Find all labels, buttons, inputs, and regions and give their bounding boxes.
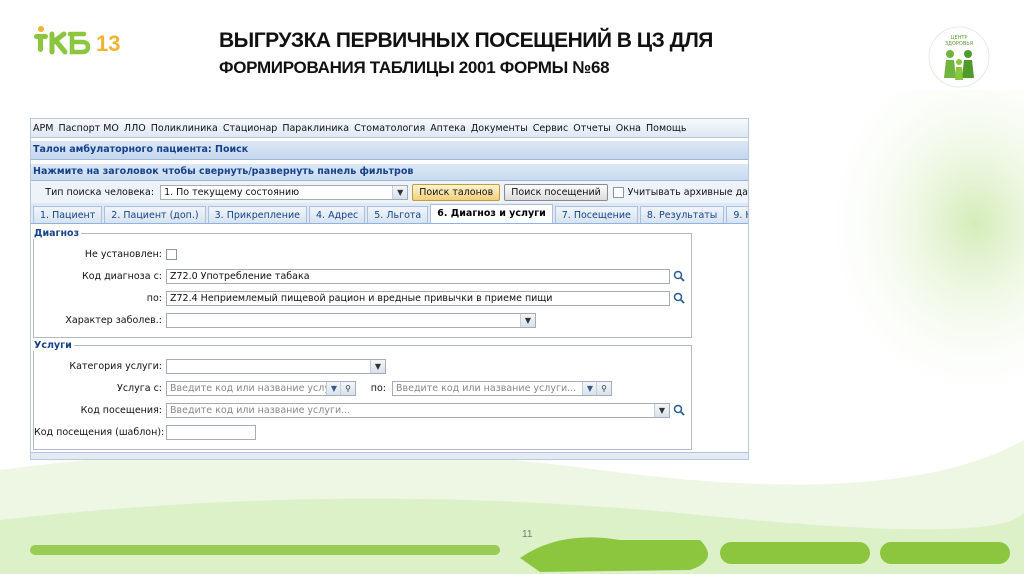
- menu-pharmacy[interactable]: Аптека: [430, 123, 466, 134]
- character-select[interactable]: ▼: [166, 312, 536, 328]
- service-to-placeholder: Введите код или название услуги...: [396, 382, 577, 394]
- search-icon[interactable]: [672, 291, 686, 305]
- menu-documents[interactable]: Документы: [471, 123, 528, 134]
- tab-bar: 1. Пациент 2. Пациент (доп.) 3. Прикрепл…: [31, 203, 748, 224]
- panel-title: Талон амбулаторного пациента: Поиск: [31, 141, 748, 160]
- code-to-field[interactable]: Z72.4 Неприемлемый пищевой рацион и вред…: [166, 290, 670, 306]
- search-icon[interactable]: ⚲: [340, 381, 355, 395]
- code-from-label: Код диагноза с:: [81, 270, 162, 282]
- service-from-field[interactable]: Введите код или название услуги... ▼ ⚲: [166, 380, 356, 396]
- search-row: Тип поиска человека: 1. По текущему сост…: [31, 181, 748, 203]
- menu-bar: АРМ Паспорт МО ЛЛО Поликлиника Стационар…: [31, 119, 748, 138]
- menu-reports[interactable]: Отчеты: [573, 123, 611, 134]
- service-from-placeholder: Введите код или название услуги...: [170, 382, 351, 394]
- not-set-label: Не установлен:: [84, 248, 162, 260]
- search-talons-button[interactable]: Поиск талонов: [412, 183, 501, 201]
- slide-title-line2: ФОРМИРОВАНИЯ ТАБЛИЦЫ 2001 ФОРМЫ №68: [219, 58, 610, 77]
- not-set-checkbox[interactable]: [166, 248, 177, 260]
- visit-code-placeholder: Введите код или название услуги...: [170, 404, 351, 416]
- search-icon[interactable]: [672, 403, 686, 417]
- filter-panel-toggle[interactable]: Нажмите на заголовок чтобы свернуть/разв…: [31, 164, 748, 181]
- visit-template-field[interactable]: [166, 424, 256, 440]
- menu-llo[interactable]: ЛЛО: [124, 123, 146, 134]
- search-type-value: 1. По текущему состоянию: [164, 186, 300, 198]
- search-icon[interactable]: [672, 269, 686, 283]
- service-to-label: по:: [370, 382, 386, 394]
- visit-code-field[interactable]: Введите код или название услуги... ▼: [166, 402, 670, 418]
- code-from-field[interactable]: Z72.0 Употребление табака: [166, 268, 670, 284]
- page-number: 11: [522, 529, 533, 540]
- slide-title: ВЫГРУЗКА ПЕРВИЧНЫХ ПОСЕЩЕНИЙ В ЦЗ ДЛЯ ФО…: [219, 30, 739, 78]
- category-select[interactable]: ▼: [166, 358, 386, 374]
- chevron-down-icon[interactable]: ▼: [392, 185, 408, 199]
- svg-text:ЗДОРОВЬЯ: ЗДОРОВЬЯ: [945, 41, 973, 47]
- diagnosis-fieldset: Диагноз Не установлен: Код диагноза с: Z…: [33, 228, 692, 338]
- bottom-toolbar: [31, 452, 748, 459]
- menu-windows[interactable]: Окна: [616, 123, 641, 134]
- chevron-down-icon[interactable]: ▼: [326, 381, 341, 395]
- service-from-label: Услуга с:: [117, 382, 162, 394]
- menu-hospital[interactable]: Стационар: [223, 123, 278, 134]
- tab-patient[interactable]: 1. Пациент: [33, 206, 103, 223]
- menu-help[interactable]: Помощь: [646, 123, 686, 134]
- search-icon[interactable]: ⚲: [596, 381, 611, 395]
- search-type-select[interactable]: 1. По текущему состоянию ▼: [160, 184, 409, 200]
- character-label: Характер заболев.:: [65, 314, 162, 326]
- app-window: АРМ Паспорт МО ЛЛО Поликлиника Стационар…: [30, 118, 749, 460]
- visit-code-label: Код посещения:: [80, 404, 162, 416]
- search-type-label: Тип поиска человека:: [45, 186, 155, 198]
- tab-visit[interactable]: 7. Посещение: [554, 206, 638, 223]
- chevron-down-icon[interactable]: ▼: [520, 313, 535, 327]
- svg-text:13: 13: [96, 31, 120, 56]
- chevron-down-icon[interactable]: ▼: [370, 359, 385, 373]
- tkb13-logo: 13: [34, 24, 144, 63]
- visit-template-label: Код посещения (шаблон):: [34, 426, 165, 438]
- tab-content: Диагноз Не установлен: Код диагноза с: Z…: [31, 224, 748, 450]
- tab-attachment[interactable]: 3. Прикрепление: [207, 206, 308, 223]
- health-center-logo: ЦЕНТР ЗДОРОВЬЯ: [928, 26, 990, 88]
- menu-polyclinic[interactable]: Поликлиника: [151, 123, 218, 134]
- code-from-value: Z72.0 Употребление табака: [170, 270, 310, 282]
- archive-checkbox[interactable]: [612, 186, 624, 198]
- menu-arm[interactable]: АРМ: [33, 123, 53, 134]
- menu-passport[interactable]: Паспорт МО: [58, 123, 118, 134]
- slide-title-line1: ВЫГРУЗКА ПЕРВИЧНЫХ ПОСЕЩЕНИЙ В ЦЗ ДЛЯ: [219, 29, 713, 52]
- menu-service[interactable]: Сервис: [533, 123, 569, 134]
- tab-patient-extra[interactable]: 2. Пациент (доп.): [104, 206, 206, 223]
- tab-diagnosis-services[interactable]: 6. Диагноз и услуги: [430, 204, 553, 223]
- archive-label: Учитывать архивные да: [627, 186, 748, 198]
- tab-address[interactable]: 4. Адрес: [309, 206, 366, 223]
- menu-dentistry[interactable]: Стоматология: [354, 123, 425, 134]
- code-to-value: Z72.4 Неприемлемый пищевой рацион и вред…: [170, 292, 553, 304]
- services-fieldset: Услуги Категория услуги: ▼ Услуга с: Вве…: [33, 340, 692, 450]
- tab-results[interactable]: 8. Результаты: [639, 206, 725, 223]
- chevron-down-icon[interactable]: ▼: [582, 381, 597, 395]
- service-to-field[interactable]: Введите код или название услуги... ▼ ⚲: [392, 380, 612, 396]
- code-to-label: по:: [146, 292, 162, 304]
- services-legend: Услуги: [34, 340, 72, 351]
- category-label: Категория услуги:: [69, 360, 162, 372]
- diagnosis-legend: Диагноз: [34, 228, 80, 239]
- tab-benefit[interactable]: 5. Льгота: [367, 206, 429, 223]
- search-visits-button[interactable]: Поиск посещений: [504, 183, 608, 201]
- tab-referral[interactable]: 9. Направле: [726, 206, 748, 223]
- chevron-down-icon[interactable]: ▼: [654, 403, 669, 417]
- menu-paraclinic[interactable]: Параклиника: [282, 123, 349, 134]
